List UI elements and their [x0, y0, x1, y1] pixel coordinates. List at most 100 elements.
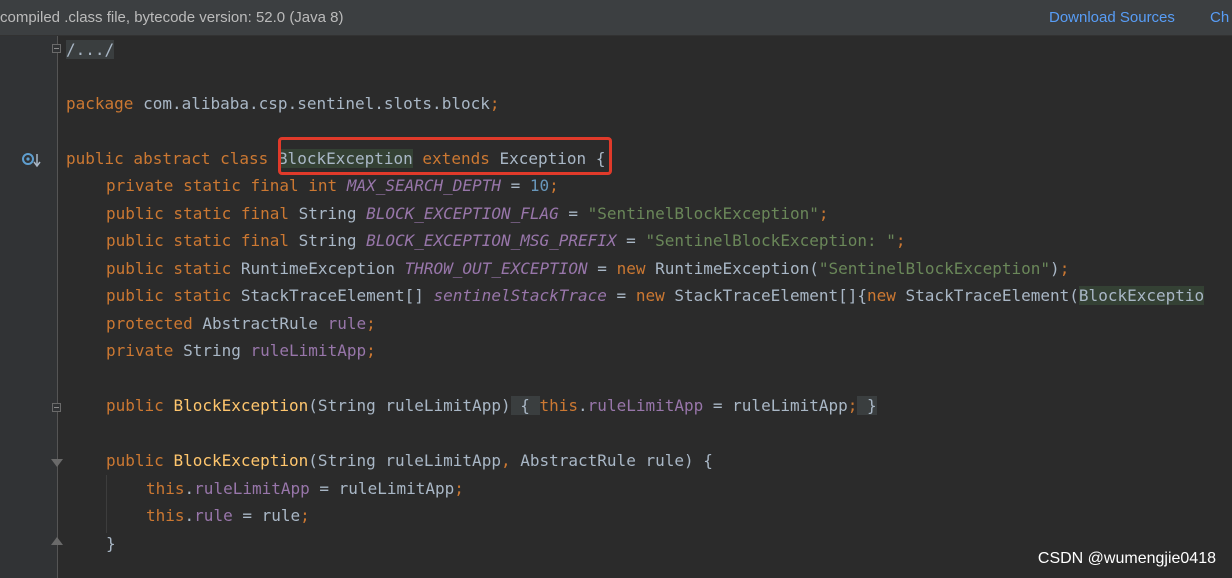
dot: . [184, 506, 195, 525]
semicolon: ; [489, 94, 500, 113]
keyword: public static final [106, 231, 299, 250]
decompiled-banner: compiled .class file, bytecode version: … [0, 0, 1232, 36]
code-line-field: public static final String BLOCK_EXCEPTI… [106, 203, 828, 225]
code-line-1: /.../ [66, 39, 115, 61]
keyword: new [635, 286, 675, 305]
constant-name: MAX_SEARCH_DEPTH [346, 176, 501, 195]
keyword: private [106, 341, 184, 360]
keyword: new [867, 286, 906, 305]
watermark: CSDN @wumengjie0418 [1037, 550, 1216, 567]
semicolon: ; [818, 204, 829, 223]
method-name: BlockException [173, 451, 309, 470]
string-literal: "SentinelBlockException: " [645, 231, 896, 250]
dot: . [578, 396, 588, 415]
semicolon: ; [366, 314, 376, 333]
field-name: ruleLimitApp [587, 396, 704, 415]
assignment: = ruleLimitApp [703, 396, 848, 415]
keyword: public [106, 451, 174, 470]
string-literal: "SentinelBlockException" [587, 204, 819, 223]
constant-name: THROW_OUT_EXCEPTION [404, 259, 588, 278]
operator: = [558, 204, 588, 223]
comma: , [500, 451, 511, 470]
code-line-constructor: public BlockException(String ruleLimitAp… [106, 450, 713, 472]
assignment: = rule [232, 506, 301, 525]
choose-sources-link[interactable]: Ch [1210, 9, 1229, 26]
array-init: StackTraceElement[]{ [674, 286, 867, 305]
field-name: rule [327, 314, 367, 333]
constructor-call: StackTraceElement( [905, 286, 1079, 305]
folded-body-start[interactable]: { [510, 396, 540, 415]
gutter-divider [57, 36, 58, 578]
paren: ) [1050, 259, 1060, 278]
semicolon: ; [366, 341, 376, 360]
code-line-field: public static StackTraceElement[] sentin… [106, 285, 1205, 307]
fold-collapse-icon[interactable] [51, 459, 63, 467]
constant-name: BLOCK_EXCEPTION_MSG_PREFIX [366, 231, 617, 250]
field-name: rule [194, 506, 233, 525]
number-literal: 10 [529, 176, 550, 195]
method-name: BlockException [173, 396, 309, 415]
keyword: public static final [106, 204, 299, 223]
type-name: String [183, 341, 251, 360]
semicolon: ; [895, 231, 906, 250]
semicolon: ; [300, 506, 310, 525]
constant-name: sentinelStackTrace [433, 286, 607, 305]
code-line-constructor: public BlockException(String ruleLimitAp… [106, 395, 877, 417]
fold-expand-icon[interactable] [52, 44, 61, 53]
fold-expand-icon[interactable] [52, 403, 61, 412]
code-line-field: public static final String BLOCK_EXCEPTI… [106, 230, 906, 252]
keyword: package [66, 94, 134, 113]
parameters: (String ruleLimitApp [308, 451, 501, 470]
type-name: AbstractRule [202, 314, 328, 333]
keyword: private static final int [106, 176, 347, 195]
dot: . [184, 479, 195, 498]
implemented-down-arrow-icon[interactable] [21, 151, 41, 169]
folded-imports[interactable]: /.../ [66, 40, 115, 59]
folded-body-end[interactable]: } [857, 396, 877, 415]
field-name: ruleLimitApp [194, 479, 310, 498]
operator: = [500, 176, 530, 195]
code-line-field: protected AbstractRule rule; [106, 313, 376, 335]
keyword: this [146, 506, 185, 525]
parameters: (String ruleLimitApp) [308, 396, 511, 415]
keyword: public abstract class [66, 149, 278, 168]
operator: = [616, 231, 646, 250]
keyword: public static [106, 259, 241, 278]
keyword: new [616, 259, 656, 278]
code-line-close-brace: } [106, 533, 116, 555]
type-name: String [298, 204, 367, 223]
operator: = [606, 286, 636, 305]
keyword: public [106, 396, 174, 415]
keyword: protected [106, 314, 203, 333]
code-line-package: package com.alibaba.csp.sentinel.slots.b… [66, 93, 500, 115]
highlight-annotation-box [278, 137, 612, 175]
type-name: StackTraceElement[] [240, 286, 434, 305]
type-name: String [298, 231, 367, 250]
code-line-statement: this.ruleLimitApp = ruleLimitApp; [146, 478, 464, 500]
semicolon: ; [1059, 259, 1070, 278]
constructor-call: RuntimeException( [655, 259, 819, 278]
code-line-field: public static RuntimeException THROW_OUT… [106, 258, 1069, 280]
semicolon: ; [454, 479, 464, 498]
semicolon: ; [847, 396, 858, 415]
keyword: public static [106, 286, 241, 305]
string-literal: "SentinelBlockException" [818, 259, 1051, 278]
assignment: = ruleLimitApp [309, 479, 455, 498]
highlighted-reference: BlockExceptio [1078, 286, 1205, 305]
parameters: AbstractRule rule) { [510, 451, 713, 470]
code-line-field: private String ruleLimitApp; [106, 340, 376, 362]
code-line-field: private static final int MAX_SEARCH_DEPT… [106, 175, 559, 197]
banner-message: compiled .class file, bytecode version: … [0, 9, 344, 26]
constant-name: BLOCK_EXCEPTION_FLAG [366, 204, 559, 223]
package-name: com.alibaba.csp.sentinel.slots.block [133, 94, 490, 113]
editor-gutter [0, 36, 58, 578]
brace: } [106, 534, 116, 553]
code-editor[interactable]: /.../ package com.alibaba.csp.sentinel.s… [66, 36, 1232, 578]
type-name: RuntimeException [240, 259, 405, 278]
code-line-statement: this.rule = rule; [146, 505, 310, 527]
keyword: this [146, 479, 185, 498]
fold-end-icon[interactable] [51, 537, 63, 545]
field-name: ruleLimitApp [250, 341, 367, 360]
download-sources-link[interactable]: Download Sources [1049, 9, 1175, 26]
semicolon: ; [549, 176, 559, 195]
